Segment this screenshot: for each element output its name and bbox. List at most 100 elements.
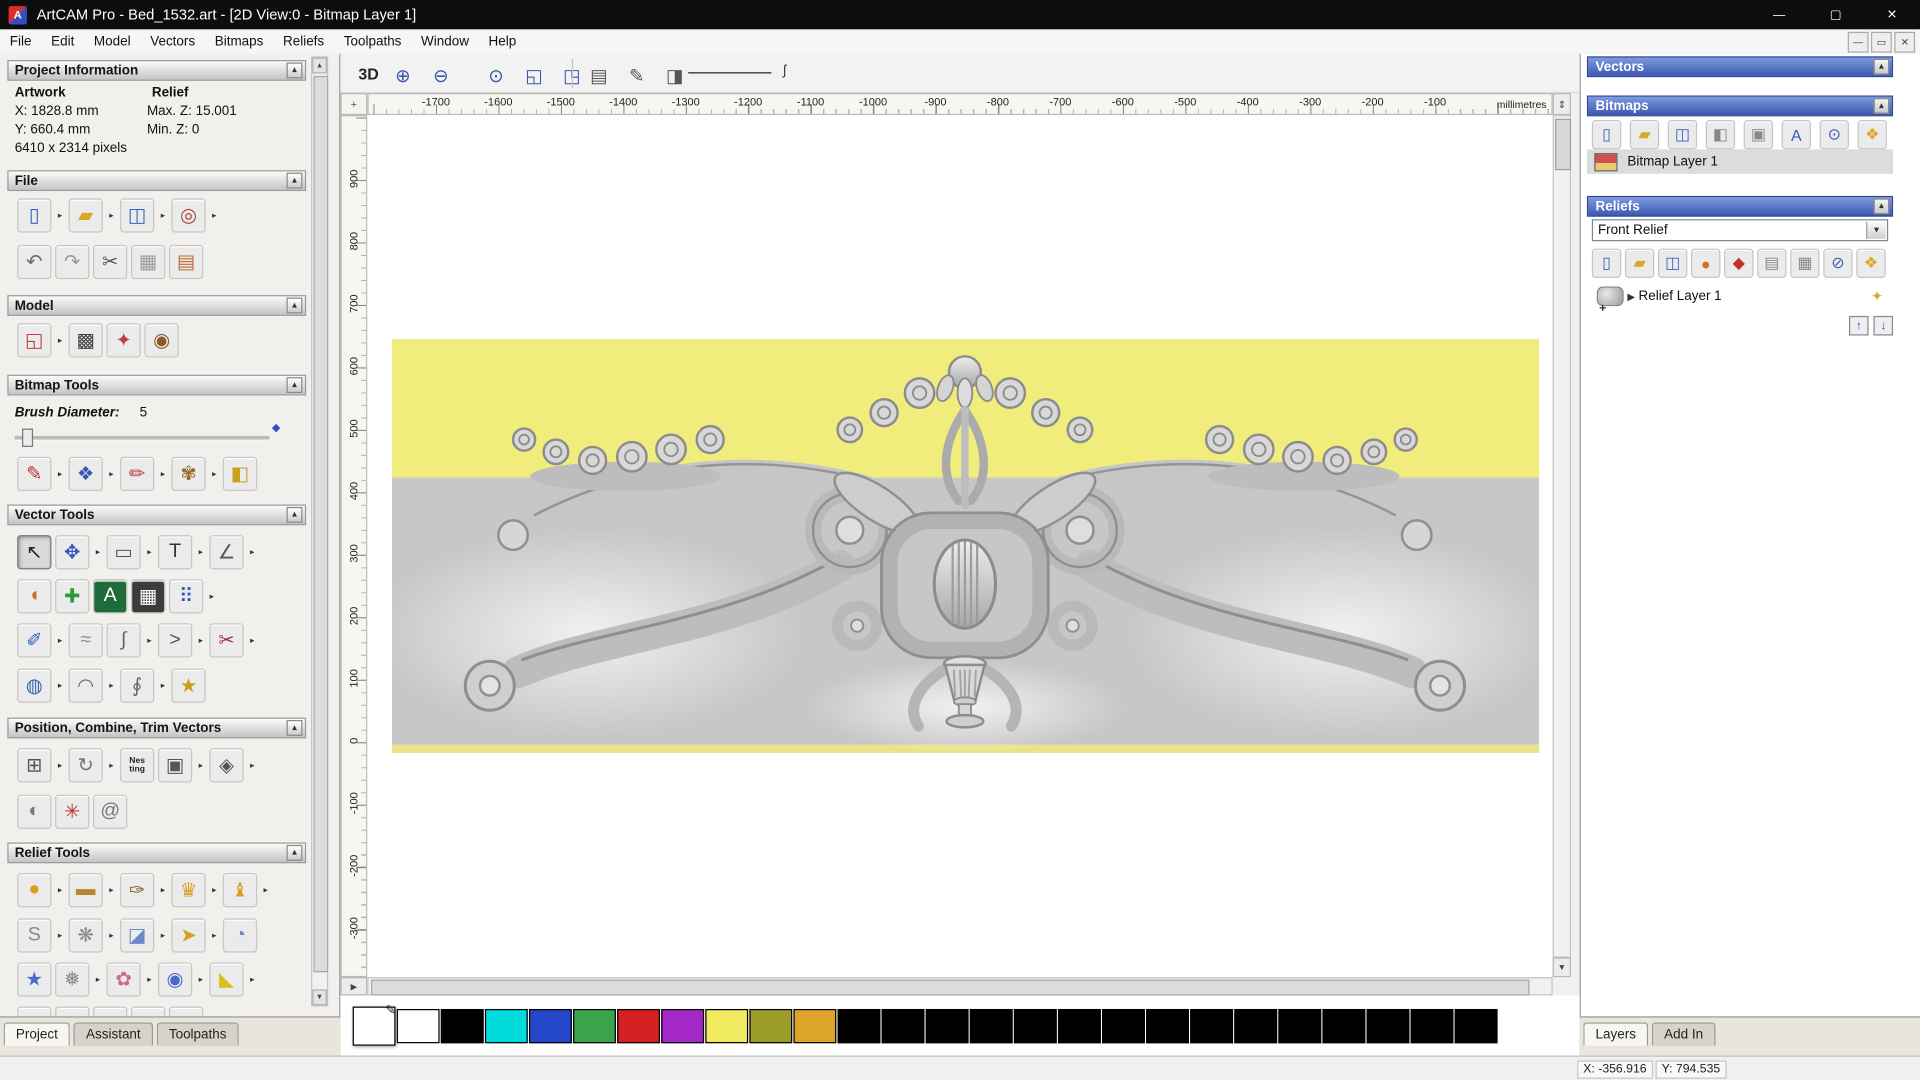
node-editing-icon[interactable]: ∮	[119, 668, 155, 703]
smooth-relief-flyout-arrow-icon[interactable]: ▸	[107, 885, 117, 896]
texture-relief-flyout-arrow-icon[interactable]: ▸	[93, 975, 103, 985]
create-bezier-icon[interactable]: ∫	[106, 623, 141, 658]
save-model-flyout-arrow-icon[interactable]: ▸	[158, 211, 168, 221]
paste-in-circle-icon[interactable]: ↻	[68, 748, 103, 783]
feather-relief-icon[interactable]: ✿	[106, 962, 141, 997]
paste-icon[interactable]: ▤	[168, 244, 204, 280]
smooth-relief-icon[interactable]: ●	[1691, 248, 1721, 278]
tab-add-in[interactable]: Add In	[1651, 1022, 1716, 1046]
colour-swatch[interactable]	[440, 1008, 484, 1043]
two-rail-sweep-flyout-arrow-icon[interactable]: ▸	[55, 931, 65, 941]
create-rectangle-icon[interactable]: ▭	[106, 535, 141, 570]
new-model-icon[interactable]: ▯	[17, 198, 52, 233]
toggle-3d-view-button[interactable]: 3D	[353, 59, 385, 88]
line-width-control[interactable]: ʃ	[686, 64, 786, 84]
shape-editor-icon[interactable]: ●	[17, 873, 52, 908]
collapse-button[interactable]: ▴	[286, 844, 303, 861]
menu-help[interactable]: Help	[479, 31, 526, 53]
weave-wizard-icon[interactable]: ❋	[68, 918, 103, 953]
measure-flyout-arrow-icon[interactable]: ▸	[247, 547, 257, 558]
two-rail-sweep-icon[interactable]: S	[17, 918, 52, 953]
create-arc-flyout-arrow-icon[interactable]: ▸	[107, 681, 117, 691]
new-bitmap-icon[interactable]: ▯	[1591, 119, 1622, 150]
align-vectors-flyout-arrow-icon[interactable]: ▸	[55, 760, 65, 771]
extrude-flyout-arrow-icon[interactable]: ▸	[209, 931, 219, 941]
create-star-icon[interactable]: ★	[171, 668, 206, 703]
zoom-out-icon[interactable]: ⊖	[424, 59, 458, 93]
bitmap-contrast-icon[interactable]: ◧	[1705, 119, 1736, 150]
left-panel-scrollbar[interactable]: ▲ ▼	[311, 56, 329, 1007]
create-polyline-flyout-arrow-icon[interactable]: ▸	[55, 636, 65, 646]
colour-swatch[interactable]	[1146, 1008, 1189, 1043]
colour-swatch[interactable]	[1234, 1008, 1278, 1043]
scrollbar-thumb[interactable]	[313, 75, 329, 973]
bitmap-to-vector-icon[interactable]: A	[1781, 119, 1812, 150]
create-polyline-icon[interactable]: ✐	[17, 623, 52, 658]
create-arc-icon[interactable]: ◠	[68, 668, 103, 703]
extrude-icon[interactable]: ➤	[171, 918, 206, 953]
menu-edit[interactable]: Edit	[41, 31, 84, 53]
collapse-button[interactable]: ▴	[286, 377, 303, 394]
paint-selective-colour-icon[interactable]: ❖	[68, 456, 103, 492]
create-wedge-flyout-arrow-icon[interactable]: ▸	[247, 975, 257, 985]
paint-icon[interactable]: ✎	[17, 456, 52, 492]
zoom-fit-icon[interactable]: ◱	[517, 59, 551, 93]
maximize-button[interactable]: ▢	[1807, 0, 1863, 29]
align-vectors-icon[interactable]: ⊞	[17, 748, 52, 783]
menu-toolpaths[interactable]: Toolpaths	[334, 31, 411, 53]
scrollbar-thumb[interactable]	[371, 979, 1530, 996]
relief-options-icon[interactable]: ❖	[1856, 248, 1886, 278]
isoform-icon[interactable]: ◉	[157, 962, 193, 997]
create-text-flyout-arrow-icon[interactable]: ▸	[196, 547, 206, 558]
colour-swatch[interactable]	[837, 1008, 881, 1043]
sculpt-icon[interactable]: ✑	[119, 873, 155, 908]
paste-along-curve-icon[interactable]: ▦	[131, 579, 166, 614]
colour-palette-icon[interactable]: ✾	[171, 456, 206, 492]
trim-vectors-icon[interactable]: ✂	[209, 623, 244, 658]
colour-swatch[interactable]	[1013, 1008, 1057, 1043]
cut-icon[interactable]: ✂	[93, 244, 128, 280]
create-spiral-icon[interactable]: @	[93, 794, 128, 829]
block-copy-flyout-arrow-icon[interactable]: ▸	[207, 591, 217, 602]
nesting-icon[interactable]: Nes ting	[119, 748, 155, 783]
add-relief-clipart-icon[interactable]: ♛	[171, 873, 206, 908]
colour-link-icon[interactable]: ⊙	[1819, 119, 1849, 150]
colour-swatch[interactable]	[1454, 1008, 1498, 1043]
redo-icon[interactable]: ↷	[55, 244, 90, 280]
collapse-button[interactable]: ▴	[1873, 97, 1890, 114]
show-bitmap-icon[interactable]: ▤	[582, 59, 616, 93]
weld-vectors-flyout-arrow-icon[interactable]: ▸	[247, 760, 257, 771]
colour-swatch[interactable]	[1410, 1008, 1454, 1043]
canvas-horizontal-scrollbar[interactable]	[367, 977, 1553, 996]
copy-icon[interactable]: ▦	[131, 244, 166, 280]
fit-arcs-icon[interactable]: ≈	[68, 623, 103, 658]
colour-swatch[interactable]	[705, 1008, 749, 1043]
scroll-down-arrow-icon[interactable]: ▼	[1552, 957, 1572, 978]
envelope-distort-icon[interactable]: ◪	[119, 918, 155, 953]
select-vectors-icon[interactable]: ↖	[17, 535, 52, 570]
expander-arrow-icon[interactable]: ▶	[1627, 291, 1635, 302]
tab-assistant[interactable]: Assistant	[73, 1022, 153, 1046]
collapse-button[interactable]: ▴	[1873, 58, 1890, 75]
sculpt-flyout-arrow-icon[interactable]: ▸	[158, 885, 168, 896]
join-close-vectors-icon[interactable]: >	[157, 623, 193, 658]
relief-layer-row[interactable]: ▶ Relief Layer 1 ✦	[1587, 282, 1893, 311]
bitmap-layer-row[interactable]: Bitmap Layer 1	[1586, 149, 1894, 174]
minimize-button[interactable]: —	[1751, 0, 1807, 29]
mdi-minimize-button[interactable]: —	[1847, 31, 1869, 53]
create-circle-flyout-arrow-icon[interactable]: ▸	[55, 681, 65, 691]
save-bitmap-icon[interactable]: ◫	[1667, 119, 1698, 150]
menu-bitmaps[interactable]: Bitmaps	[205, 31, 273, 53]
colour-swatch[interactable]	[1190, 1008, 1234, 1043]
collapse-button[interactable]: ▴	[286, 719, 303, 736]
slice-vectors-icon[interactable]: ✳	[55, 794, 90, 829]
group-vectors-flyout-arrow-icon[interactable]: ▸	[196, 760, 206, 771]
load-bitmap-icon[interactable]: ▰	[1629, 119, 1660, 150]
group-vectors-icon[interactable]: ▣	[157, 748, 193, 783]
vector-doctor-icon[interactable]: ✚	[55, 579, 90, 614]
colour-swatch[interactable]	[925, 1008, 969, 1043]
scroll-down-arrow-icon[interactable]: ▼	[312, 989, 327, 1006]
relief-select-dropdown[interactable]: Front Relief ▼	[1591, 219, 1889, 242]
pixel-edit-icon[interactable]: ✏	[119, 456, 155, 492]
colour-swatch[interactable]	[617, 1008, 660, 1043]
